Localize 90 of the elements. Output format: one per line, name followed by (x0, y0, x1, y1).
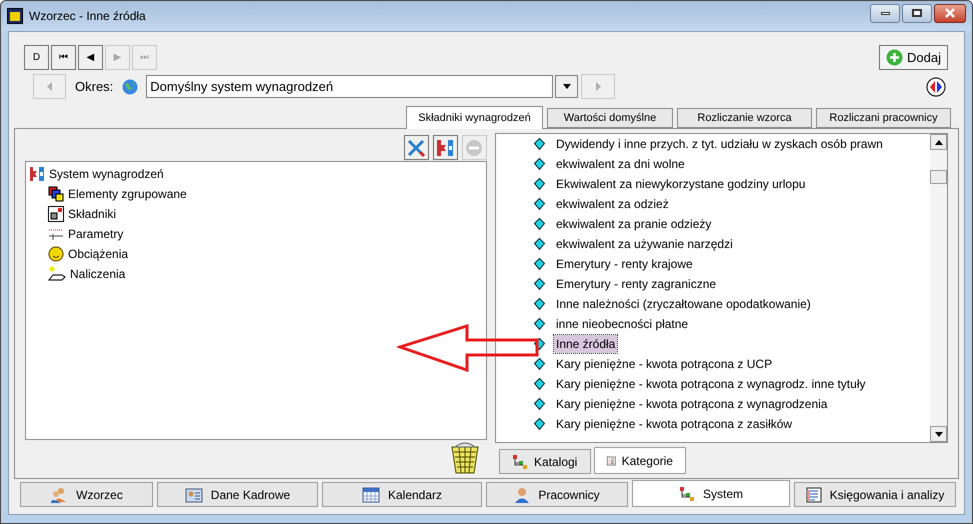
right-arrow-icon (596, 82, 601, 91)
tree-item[interactable]: Obciążenia (68, 245, 128, 263)
list-item[interactable]: Dywidendy i inne przych. z tyt. udziału w zyskach osób prawn (554, 135, 885, 153)
maximize-button[interactable] (902, 4, 932, 22)
minimize-button[interactable] (870, 4, 900, 22)
caret-icon (562, 84, 571, 89)
diamond-icon (534, 258, 545, 270)
scroll-up-button[interactable] (930, 134, 947, 150)
diamond-icon (534, 378, 545, 390)
diamond-icon (534, 418, 545, 430)
bottom-tab[interactable]: Wzorzec (20, 482, 153, 507)
ledger-icon (806, 486, 822, 502)
list-item[interactable]: ekwiwalent za pranie odzieży (554, 215, 714, 233)
sub-tab[interactable]: Katalogi (498, 449, 591, 474)
period-label: Okres: (75, 78, 114, 96)
tree-item[interactable]: System wynagrodzeń (49, 165, 164, 183)
tab[interactable]: Składniki wynagrodzeń (406, 106, 543, 129)
tree-item[interactable]: Składniki (68, 205, 116, 223)
list-item[interactable]: ekwiwalent za używanie narzędzi (554, 235, 735, 253)
list-item[interactable]: Inne należności (zryczałtowane opodatkowanie) (554, 295, 813, 313)
dropdown-button[interactable] (555, 75, 578, 98)
bottom-tab[interactable]: Księgowania i analizy (794, 482, 956, 507)
list-item[interactable]: Emerytury - renty krajowe (554, 255, 695, 273)
tree-item[interactable]: Naliczenia (70, 265, 126, 283)
scroll-down-button[interactable] (930, 426, 947, 442)
tab[interactable]: Rozliczanie wzorca (677, 108, 812, 128)
nav-button[interactable]: ⏮ (51, 45, 76, 70)
hierarchy-icon (678, 486, 695, 502)
wastebasket-icon[interactable] (448, 442, 481, 474)
diamond-icon (534, 398, 545, 410)
list-item[interactable]: Kary pieniężne - kwota potrącona z wynagrodzenia (554, 395, 830, 413)
close-button[interactable] (934, 4, 966, 22)
nav-button[interactable]: D (24, 45, 49, 70)
list-item[interactable]: Kary pieniężne - kwota potrącona z wynagrodz. inne tytuły (554, 375, 868, 393)
structure-icon (435, 138, 456, 158)
app-icon (7, 8, 23, 24)
diamond-icon (534, 198, 545, 210)
down-arrow-icon (934, 432, 942, 436)
period-combobox[interactable]: Domyślny system wynagrodzeń (146, 75, 554, 98)
tools-button[interactable] (404, 135, 429, 160)
nav-button[interactable]: ◀ (78, 45, 103, 70)
structure-icon (29, 166, 45, 182)
diamond-icon (534, 318, 545, 330)
tree-item[interactable]: Elementy zgrupowane (68, 185, 187, 203)
tools-icon (406, 138, 426, 158)
hand-icon (48, 266, 66, 282)
diamond-icon (534, 218, 545, 230)
bottom-tab[interactable]: Kalendarz (322, 482, 482, 507)
list-item[interactable]: Inne źródła (554, 335, 618, 353)
diamond-icon (534, 278, 545, 290)
close-icon (944, 8, 956, 18)
globe-icon (122, 78, 138, 94)
id-card-icon (184, 486, 203, 502)
structure-button[interactable] (432, 135, 458, 160)
tree-item[interactable]: Parametry (68, 225, 124, 243)
diamond-icon (534, 138, 545, 150)
diamond-icon (534, 238, 545, 250)
plus-icon (886, 49, 904, 66)
list-item[interactable]: Kary pieniężne - kwota potrącona z UCP (554, 355, 774, 373)
window-title: Wzorzec - Inne źródła (29, 8, 146, 25)
calendar-icon (362, 486, 380, 502)
list-item[interactable]: ekwiwalent za dni wolne (554, 155, 687, 173)
hierarchy-icon (512, 454, 528, 470)
list-item[interactable]: Kary pieniężne - kwota potrącona z zasiłków (554, 415, 794, 433)
tab[interactable]: Rozliczani pracownicy (816, 108, 951, 128)
list-item[interactable]: Ekwiwalent za niewykorzystane godziny urlopu (554, 175, 808, 193)
add-button[interactable]: Dodaj (879, 45, 948, 70)
minus-circle-icon (465, 138, 484, 156)
people-icon (50, 486, 68, 502)
bottom-tab[interactable]: System (632, 480, 790, 507)
diamond-icon (534, 158, 545, 170)
diamond-icon (534, 338, 545, 350)
list-item[interactable]: ekwiwalent za odzież (554, 195, 671, 213)
scroll-thumb[interactable] (930, 170, 947, 184)
person-icon (514, 486, 530, 502)
bottom-tab[interactable]: Pracownicy (486, 482, 628, 507)
scrollbar[interactable] (930, 134, 947, 442)
diamond-icon (534, 358, 545, 370)
stacked-squares-icon (48, 186, 64, 202)
list-item[interactable]: Emerytury - renty zagraniczne (554, 275, 718, 293)
diamond-icon (534, 298, 545, 310)
left-arrow-icon (47, 82, 52, 91)
list-item[interactable]: inne nieobecności płatne (554, 315, 690, 333)
diamond-icon (534, 178, 545, 190)
sub-tab[interactable]: Kategorie (594, 447, 686, 474)
up-arrow-icon (934, 140, 942, 144)
smiley-icon (48, 246, 64, 262)
window-icon (48, 206, 64, 222)
tab[interactable]: Wartości domyślne (547, 108, 673, 128)
bottom-tab[interactable]: Dane Kadrowe (157, 482, 318, 507)
